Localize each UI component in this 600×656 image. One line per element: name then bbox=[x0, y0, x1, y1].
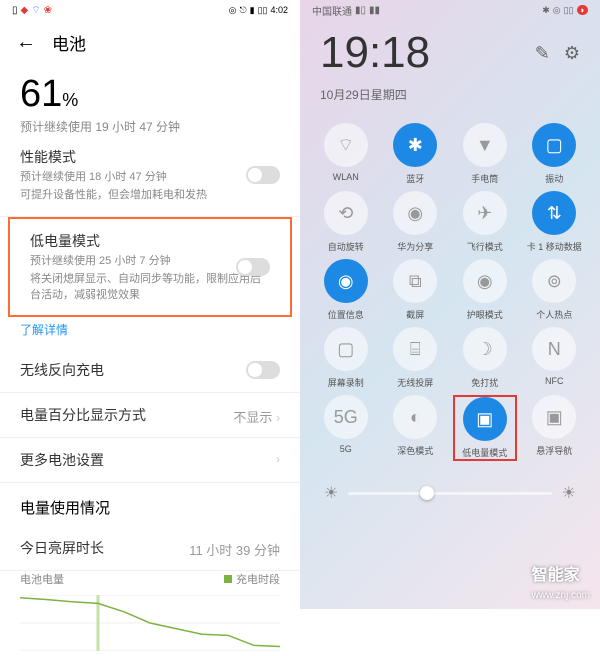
watermark: 智能家 www.znj.com bbox=[532, 561, 590, 603]
screen-time-row[interactable]: 今日亮屏时长 11 小时 39 分钟 bbox=[0, 526, 300, 571]
tile-screenshot[interactable]: ⧉ 截屏 bbox=[384, 259, 448, 321]
dnd-icon: ☽ bbox=[463, 327, 507, 371]
quick-settings-panel: 中国联通▮▯▮▮ ✱◎▯▯◗ 19:18 ✎ ⚙ 10月29日星期四 ⌔ WLAN… bbox=[300, 0, 600, 609]
tile-location[interactable]: ◉ 位置信息 bbox=[314, 259, 378, 321]
low-power-toggle[interactable] bbox=[236, 258, 270, 276]
floatnav-icon: ▣ bbox=[532, 395, 576, 439]
tile-record[interactable]: ▢ 屏幕录制 bbox=[314, 327, 378, 389]
low-power-mode-row[interactable]: 低电量模式 预计继续使用 25 小时 7 分钟 将关闭熄屏显示、自动同步等功能，… bbox=[8, 217, 292, 317]
performance-toggle[interactable] bbox=[246, 166, 280, 184]
eyecare-icon: ◉ bbox=[463, 259, 507, 303]
tile-label: WLAN bbox=[333, 172, 359, 182]
tile-label: 低电量模式 bbox=[462, 446, 507, 459]
chart-legend: 电池电量 充电时段 bbox=[0, 571, 300, 587]
tile-label: 5G bbox=[340, 444, 352, 454]
tile-label: 卡 1 移动数据 bbox=[527, 240, 582, 253]
tile-label: 护眼模式 bbox=[467, 308, 503, 321]
share-icon: ◉ bbox=[393, 191, 437, 235]
battery-chart[interactable] bbox=[20, 595, 280, 651]
header: ← 电池 bbox=[0, 20, 300, 65]
tile-label: 振动 bbox=[545, 172, 563, 185]
brightness-track[interactable] bbox=[348, 492, 551, 495]
qs-header: 19:18 ✎ ⚙ bbox=[300, 20, 600, 86]
screenshot-icon: ⧉ bbox=[393, 259, 437, 303]
cast-icon: ⌸ bbox=[393, 327, 437, 371]
tile-label: 免打扰 bbox=[471, 376, 498, 389]
chevron-right-icon: › bbox=[276, 452, 280, 466]
brightness-slider[interactable]: ☀ ☀ bbox=[300, 471, 600, 515]
wlan-icon: ⌔ bbox=[324, 123, 368, 167]
tile-wlan[interactable]: ⌔ WLAN bbox=[314, 123, 378, 185]
learn-more-link[interactable]: 了解详情 bbox=[0, 317, 300, 348]
vibrate-icon: ▢ bbox=[532, 123, 576, 167]
tile-bluetooth[interactable]: ✱ 蓝牙 bbox=[384, 123, 448, 185]
reverse-charge-toggle[interactable] bbox=[246, 361, 280, 379]
qs-clock: 19:18 bbox=[320, 28, 430, 78]
usage-section-title: 电量使用情况 bbox=[0, 483, 300, 526]
statusbar-right: 中国联通▮▯▮▮ ✱◎▯▯◗ bbox=[300, 0, 600, 20]
tile-label: 蓝牙 bbox=[406, 172, 424, 185]
5g-icon: 5G bbox=[324, 395, 368, 439]
dark-icon: ◐ bbox=[393, 395, 437, 439]
tile-label: 华为分享 bbox=[397, 240, 433, 253]
location-icon: ◉ bbox=[324, 259, 368, 303]
performance-mode-row[interactable]: 性能模式 预计继续使用 18 小时 47 分钟 可提升设备性能，但会增加耗电和发… bbox=[0, 135, 300, 217]
tile-flashlight[interactable]: ▼ 手电筒 bbox=[453, 123, 517, 185]
tile-label: NFC bbox=[545, 376, 564, 386]
tile-dark[interactable]: ◐ 深色模式 bbox=[384, 395, 448, 461]
qs-date: 10月29日星期四 bbox=[300, 86, 600, 113]
brightness-low-icon: ☀ bbox=[324, 483, 338, 503]
airplane-icon: ✈ bbox=[463, 191, 507, 235]
tile-dnd[interactable]: ☽ 免打扰 bbox=[453, 327, 517, 389]
edit-icon[interactable]: ✎ bbox=[535, 43, 550, 64]
tile-airplane[interactable]: ✈ 飞行模式 bbox=[453, 191, 517, 253]
tile-eyecare[interactable]: ◉ 护眼模式 bbox=[453, 259, 517, 321]
autorotate-icon: ⟲ bbox=[324, 191, 368, 235]
tile-label: 自动旋转 bbox=[328, 240, 364, 253]
tile-label: 无线投屏 bbox=[397, 376, 433, 389]
brightness-high-icon: ☀ bbox=[562, 483, 576, 503]
tile-label: 屏幕录制 bbox=[328, 376, 364, 389]
statusbar-left: ▯◆⌔❀ ◎⎋▮▯▯4:02 bbox=[0, 0, 300, 20]
tile-label: 手电筒 bbox=[471, 172, 498, 185]
qs-tile-grid: ⌔ WLAN ✱ 蓝牙 ▼ 手电筒 ▢ 振动 ⟲ 自动旋转 ◉ 华为分享 ✈ 飞行模式 ⇅ 卡 1 移动数据 ◉… bbox=[300, 113, 600, 471]
tile-mobiledata[interactable]: ⇅ 卡 1 移动数据 bbox=[523, 191, 587, 253]
tile-hotspot[interactable]: ⊚ 个人热点 bbox=[523, 259, 587, 321]
flashlight-icon: ▼ bbox=[463, 123, 507, 167]
settings-icon[interactable]: ⚙ bbox=[564, 43, 580, 64]
tile-lowpower[interactable]: ▣ 低电量模式 bbox=[453, 395, 517, 461]
lowpower-icon: ▣ bbox=[463, 397, 507, 441]
hotspot-icon: ⊚ bbox=[532, 259, 576, 303]
percent-display-row[interactable]: 电量百分比显示方式 不显示 › bbox=[0, 393, 300, 438]
status-time: 4:02 bbox=[270, 5, 288, 15]
tile-label: 深色模式 bbox=[397, 444, 433, 457]
tile-share[interactable]: ◉ 华为分享 bbox=[384, 191, 448, 253]
tile-label: 截屏 bbox=[406, 308, 424, 321]
tile-5g[interactable]: 5G 5G bbox=[314, 395, 378, 461]
tile-nfc[interactable]: N NFC bbox=[523, 327, 587, 389]
tile-autorotate[interactable]: ⟲ 自动旋转 bbox=[314, 191, 378, 253]
tile-label: 悬浮导航 bbox=[536, 444, 572, 457]
tile-label: 飞行模式 bbox=[467, 240, 503, 253]
record-icon: ▢ bbox=[324, 327, 368, 371]
chevron-right-icon: › bbox=[276, 411, 280, 425]
nfc-icon: N bbox=[532, 327, 576, 371]
tile-label: 个人热点 bbox=[536, 308, 572, 321]
tile-vibrate[interactable]: ▢ 振动 bbox=[523, 123, 587, 185]
battery-percent: 61% 预计继续使用 19 小时 47 分钟 bbox=[0, 73, 300, 135]
reverse-charge-row[interactable]: 无线反向充电 bbox=[0, 348, 300, 393]
tile-floatnav[interactable]: ▣ 悬浮导航 bbox=[523, 395, 587, 461]
battery-settings-screen: ▯◆⌔❀ ◎⎋▮▯▯4:02 ← 电池 61% 预计继续使用 19 小时 47 … bbox=[0, 0, 300, 609]
page-title: 电池 bbox=[52, 30, 86, 55]
mobiledata-icon: ⇅ bbox=[532, 191, 576, 235]
tile-label: 位置信息 bbox=[328, 308, 364, 321]
tile-cast[interactable]: ⌸ 无线投屏 bbox=[384, 327, 448, 389]
back-icon[interactable]: ← bbox=[16, 31, 36, 54]
bluetooth-icon: ✱ bbox=[393, 123, 437, 167]
more-settings-row[interactable]: 更多电池设置 › bbox=[0, 438, 300, 483]
